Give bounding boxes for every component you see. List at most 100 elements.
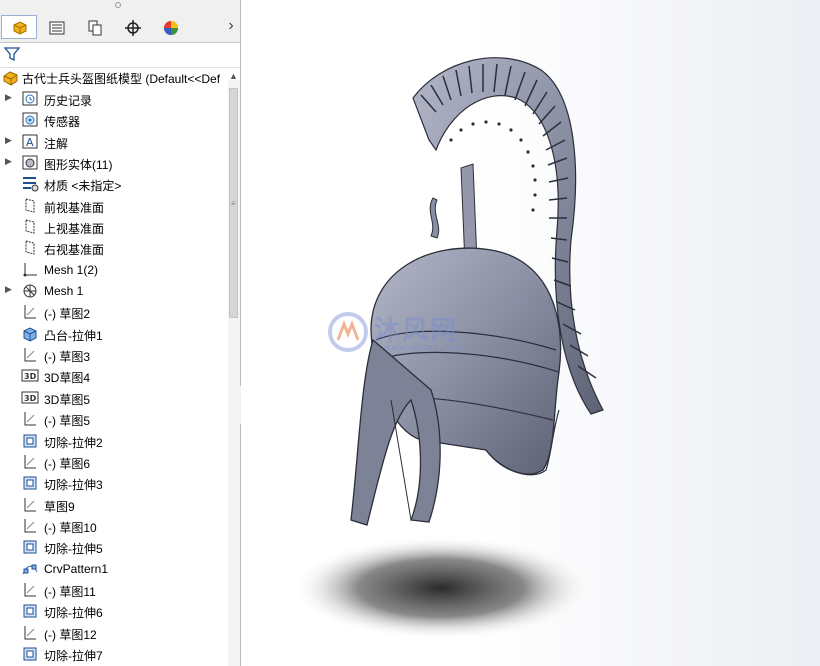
3d-sketch-icon: 3D <box>21 389 39 406</box>
tree-item-label: 切除-拉伸2 <box>44 435 103 450</box>
scrollbar-thumb[interactable]: ≡ <box>229 88 238 318</box>
cut-extrude-icon <box>21 474 39 491</box>
plane-icon <box>21 218 39 235</box>
tree-item[interactable]: 3D 3D草图5 <box>0 387 228 408</box>
graphics-viewport[interactable]: 沐风网 www.mfcad.com <box>241 0 820 666</box>
tree-item[interactable]: (-) 草图6 <box>0 451 228 472</box>
tree-item-label: 历史记录 <box>44 94 93 108</box>
3d-sketch-icon: 3D <box>21 367 39 384</box>
tree-item-label: (-) 草图5 <box>44 414 90 429</box>
tree-item[interactable]: 凸台-拉伸1 <box>0 323 228 344</box>
tree-item[interactable]: 切除-拉伸2 <box>0 430 228 451</box>
tree-item-label: 上视基准面 <box>44 222 105 237</box>
displaymanager-tab[interactable] <box>152 15 188 39</box>
tree-item[interactable]: 上视基准面 <box>0 216 228 237</box>
annotation-icon: A <box>21 133 39 150</box>
boss-extrude-icon <box>21 325 39 342</box>
tree-item[interactable]: 切除-拉伸3 <box>0 472 228 493</box>
dimxpertmanager-icon <box>125 20 141 36</box>
featuremanager-tab[interactable] <box>1 15 37 39</box>
sketch-icon <box>21 517 39 534</box>
mesh-icon <box>21 282 39 299</box>
crest-hook <box>429 197 440 239</box>
svg-text:3D: 3D <box>24 394 37 403</box>
tree-item-label: (-) 草图10 <box>44 520 97 535</box>
tree-item[interactable]: 3D 3D草图4 <box>0 365 228 386</box>
manager-tabs: › <box>0 12 240 43</box>
tree-item[interactable]: 材质 <未指定> <box>0 173 228 194</box>
propertymanager-icon <box>49 21 65 35</box>
dimxpertmanager-tab[interactable] <box>114 15 150 39</box>
tree-item-label: (-) 草图3 <box>44 350 90 365</box>
tree-item[interactable]: (-) 草图12 <box>0 622 228 643</box>
origin-icon <box>21 261 39 278</box>
sketch-icon <box>21 410 39 427</box>
expand-arrow-icon[interactable]: ▶ <box>5 135 13 146</box>
configurationmanager-tab[interactable] <box>76 15 112 39</box>
tree-item-label: 切除-拉伸3 <box>44 478 103 493</box>
plane-icon <box>21 239 39 256</box>
tree-item[interactable]: (-) 草图11 <box>0 579 228 600</box>
tree-item[interactable]: Mesh 1(2) <box>0 259 228 280</box>
tree-item-label: (-) 草图11 <box>44 584 96 599</box>
tree-item[interactable]: CrvPattern1 <box>0 558 228 579</box>
tree-item[interactable]: 右视基准面 <box>0 237 228 258</box>
tree-item-label: 前视基准面 <box>44 200 105 215</box>
tree-item[interactable]: 切除-拉伸5 <box>0 536 228 557</box>
helmet-dome <box>370 247 562 475</box>
tree-item[interactable]: (-) 草图5 <box>0 408 228 429</box>
tree-item-label: 3D草图4 <box>44 371 91 386</box>
tree-item[interactable]: 草图9 <box>0 494 228 515</box>
tree-item-label: Mesh 1 <box>44 284 84 299</box>
expand-arrow-icon[interactable]: ▶ <box>5 156 13 167</box>
sketch-icon <box>21 624 39 641</box>
tree-item-label: 切除-拉伸7 <box>44 648 103 663</box>
watermark-logo-icon <box>328 312 368 352</box>
tree-item-label: 材质 <未指定> <box>44 179 122 194</box>
panel-grip[interactable] <box>0 0 240 12</box>
material-icon <box>21 175 39 192</box>
tree-item[interactable]: ▶ 图形实体(11) <box>0 152 228 173</box>
tree-item-label: Mesh 1(2) <box>44 262 99 277</box>
expand-arrow-icon[interactable]: ▶ <box>5 92 13 103</box>
tree-item-label: 右视基准面 <box>44 243 105 258</box>
tree-item[interactable]: 前视基准面 <box>0 195 228 216</box>
history-icon <box>21 90 39 107</box>
tree-item[interactable]: ▶ A 注解 <box>0 131 228 152</box>
tree-scrollbar[interactable]: ≡ <box>228 80 240 666</box>
sketch-icon <box>21 453 39 470</box>
tree-item-label: (-) 草图2 <box>44 307 90 322</box>
tree-item[interactable]: 切除-拉伸6 <box>0 600 228 621</box>
sketch-icon <box>21 303 39 320</box>
tree-item-label: 3D草图5 <box>44 392 91 407</box>
tree-item[interactable]: 传感器 <box>0 109 228 130</box>
tree-item[interactable]: 切除-拉伸7 <box>0 643 228 664</box>
tree-item-label: 图形实体(11) <box>44 158 113 173</box>
filter-icon <box>4 47 20 62</box>
tree-item[interactable]: ▶ 历史记录 <box>0 88 228 109</box>
tree-item-label: 切除-拉伸6 <box>44 606 103 621</box>
tree-item[interactable]: ▶ Mesh 1 <box>0 280 228 301</box>
expand-arrow-icon[interactable]: ▶ <box>5 284 13 295</box>
tree-item[interactable]: (-) 草图3 <box>0 344 228 365</box>
cut-extrude-icon <box>21 432 39 449</box>
filter-bar[interactable] <box>0 42 240 68</box>
svg-text:3D: 3D <box>24 372 37 381</box>
tree-root[interactable]: 古代士兵头盔图纸模型 (Default<<Def ▲ <box>0 67 240 87</box>
tree-item[interactable]: (-) 草图2 <box>0 301 228 322</box>
displaymanager-icon <box>164 21 178 35</box>
tree-root-label: 古代士兵头盔图纸模型 (Default<<Def <box>22 72 221 86</box>
tabs-more-button[interactable]: › <box>224 16 238 36</box>
cut-extrude-icon <box>21 645 39 662</box>
tree-item-label: 注解 <box>44 136 69 151</box>
svg-text:A: A <box>26 136 34 149</box>
tree-item[interactable]: (-) 草图10 <box>0 515 228 536</box>
tree-item-label: 传感器 <box>44 115 81 130</box>
sketch-icon <box>21 496 39 513</box>
propertymanager-tab[interactable] <box>38 15 74 39</box>
graphics-bodies-icon <box>21 154 39 171</box>
cut-extrude-icon <box>21 602 39 619</box>
tree-item-label: 切除-拉伸5 <box>44 542 103 557</box>
tree-item-label: 凸台-拉伸1 <box>44 328 103 343</box>
watermark-url: www.mfcad.com <box>384 342 463 352</box>
